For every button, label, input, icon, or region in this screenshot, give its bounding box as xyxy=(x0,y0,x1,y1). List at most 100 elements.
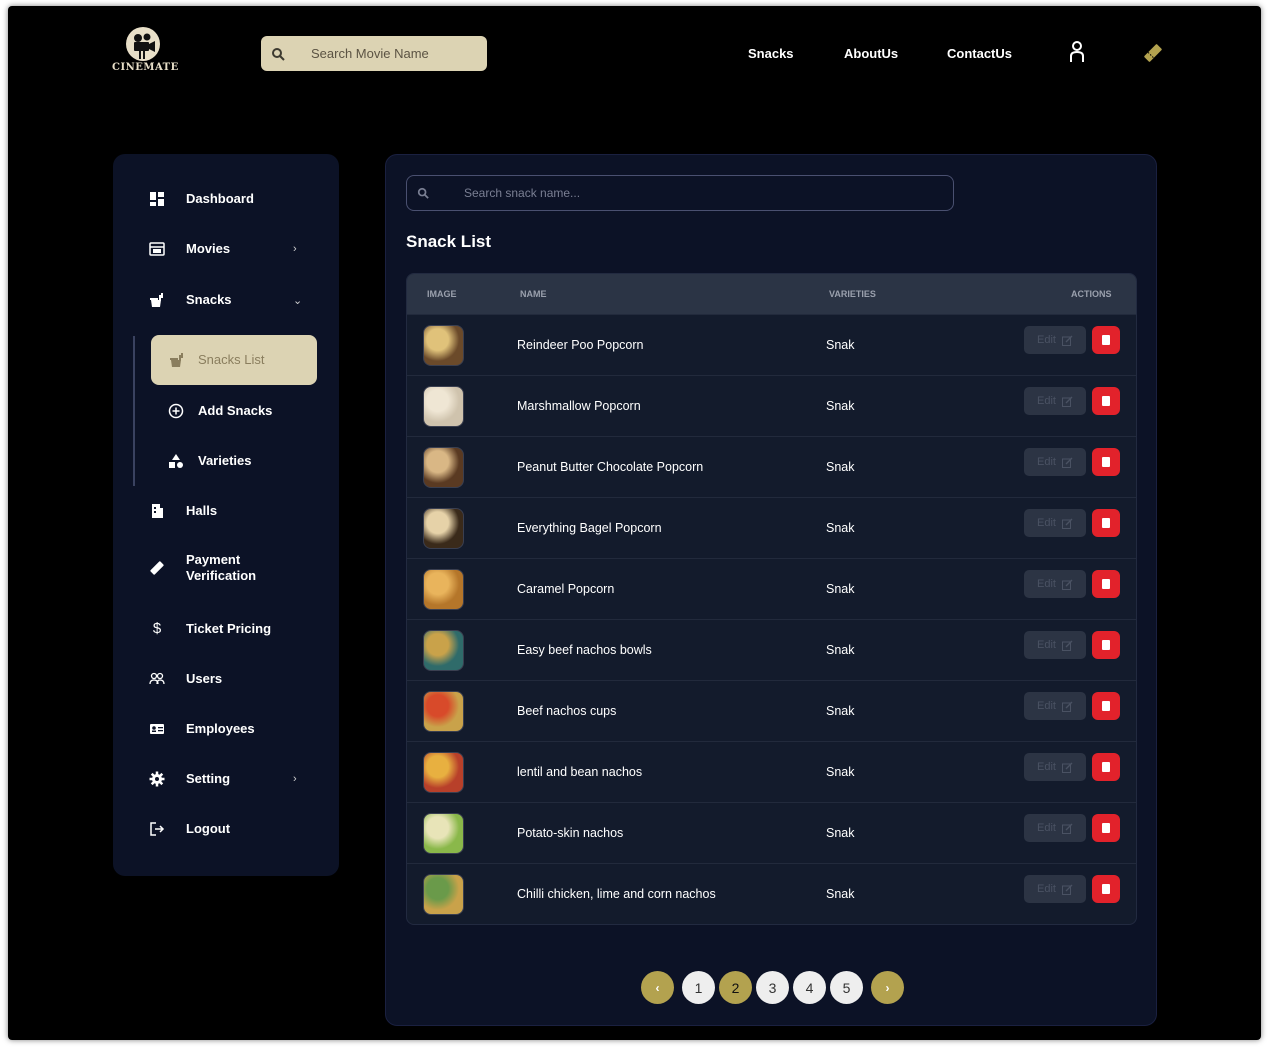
snack-variety: Snak xyxy=(826,460,855,474)
edit-label: Edit xyxy=(1037,700,1056,712)
sidebar-item-snacks[interactable]: Snacks ⌄ xyxy=(113,285,339,315)
table-row: Chilli chicken, lime and corn nachos Sna… xyxy=(407,863,1136,924)
delete-button[interactable] xyxy=(1092,387,1120,415)
dollar-icon: $ xyxy=(152,620,162,637)
snack-variety: Snak xyxy=(826,765,855,779)
next-page-button[interactable]: › xyxy=(871,971,904,1004)
page-button-1[interactable]: 1 xyxy=(682,971,715,1004)
edit-icon xyxy=(1061,335,1073,346)
trash-icon xyxy=(1102,640,1110,650)
page-button-5[interactable]: 5 xyxy=(830,971,863,1004)
table-row: Everything Bagel Popcorn Snak Edit xyxy=(407,497,1136,558)
edit-button[interactable]: Edit xyxy=(1024,326,1086,354)
snack-thumbnail-image xyxy=(423,874,464,915)
sidebar-item-label: Snacks xyxy=(186,292,232,307)
delete-button[interactable] xyxy=(1092,509,1120,537)
edit-button[interactable]: Edit xyxy=(1024,448,1086,476)
snack-name: Potato-skin nachos xyxy=(517,826,624,840)
edit-button[interactable]: Edit xyxy=(1024,509,1086,537)
sidebar-item-movies[interactable]: Movies › xyxy=(113,234,339,264)
edit-button[interactable]: Edit xyxy=(1024,875,1086,903)
table-row: lentil and bean nachos Snak Edit xyxy=(407,741,1136,802)
page-button-3[interactable]: 3 xyxy=(756,971,789,1004)
snack-name: Beef nachos cups xyxy=(517,704,617,718)
sidebar-subitem-add-snacks[interactable]: Add Snacks xyxy=(113,396,339,426)
movie-search-placeholder: Search Movie Name xyxy=(311,46,429,61)
trash-icon xyxy=(1102,457,1110,467)
delete-button[interactable] xyxy=(1092,448,1120,476)
delete-button[interactable] xyxy=(1092,570,1120,598)
sidebar-item-ticket-pricing[interactable]: $ Ticket Pricing xyxy=(113,614,339,644)
snack-variety: Snak xyxy=(826,582,855,596)
snack-search-placeholder: Search snack name... xyxy=(464,186,581,200)
sidebar-item-payment-verification[interactable]: Payment Verification xyxy=(113,547,339,589)
edit-label: Edit xyxy=(1037,822,1056,834)
sidebar-item-dashboard[interactable]: Dashboard xyxy=(113,184,339,214)
edit-label: Edit xyxy=(1037,761,1056,773)
snack-list-panel: Search snack name... Snack List IMAGE NA… xyxy=(385,154,1157,1026)
edit-icon xyxy=(1061,457,1073,468)
trash-icon xyxy=(1102,396,1110,406)
snack-thumbnail-image xyxy=(423,630,464,671)
delete-button[interactable] xyxy=(1092,814,1120,842)
trash-icon xyxy=(1102,762,1110,772)
edit-label: Edit xyxy=(1037,334,1056,346)
id-card-icon xyxy=(150,724,164,734)
table-row: Caramel Popcorn Snak Edit xyxy=(407,558,1136,619)
edit-button[interactable]: Edit xyxy=(1024,814,1086,842)
edit-icon xyxy=(1061,518,1073,529)
user-icon[interactable] xyxy=(1066,40,1088,64)
edit-button[interactable]: Edit xyxy=(1024,570,1086,598)
chevron-right-icon: › xyxy=(293,773,297,785)
edit-button[interactable]: Edit xyxy=(1024,387,1086,415)
snack-search-input[interactable]: Search snack name... xyxy=(406,175,954,211)
edit-button[interactable]: Edit xyxy=(1024,692,1086,720)
app-window: CINEMATE Search Movie Name Snacks AboutU… xyxy=(8,6,1261,1040)
chevron-right-icon: › xyxy=(293,243,297,255)
edit-icon xyxy=(1061,396,1073,407)
sidebar-item-employees[interactable]: Employees xyxy=(113,714,339,744)
table-header: IMAGE NAME VARIETIES ACTIONS xyxy=(407,274,1136,314)
table-row: Beef nachos cups Snak Edit xyxy=(407,680,1136,741)
nav-link-snacks[interactable]: Snacks xyxy=(748,46,794,61)
sidebar-item-halls[interactable]: Halls xyxy=(113,496,339,526)
sidebar-item-users[interactable]: Users xyxy=(113,664,339,694)
ticket-icon[interactable] xyxy=(1142,42,1164,64)
delete-button[interactable] xyxy=(1092,875,1120,903)
sidebar-item-logout[interactable]: Logout xyxy=(113,814,339,844)
delete-button[interactable] xyxy=(1092,692,1120,720)
snack-name: Marshmallow Popcorn xyxy=(517,399,641,413)
sidebar-item-setting[interactable]: Setting › xyxy=(113,764,339,794)
shapes-icon xyxy=(169,454,183,468)
edit-button[interactable]: Edit xyxy=(1024,753,1086,781)
snack-name: Reindeer Poo Popcorn xyxy=(517,338,644,352)
snack-thumbnail-image xyxy=(423,447,464,488)
page-button-4[interactable]: 4 xyxy=(793,971,826,1004)
nav-link-contactus[interactable]: ContactUs xyxy=(947,46,1012,61)
nav-link-aboutus[interactable]: AboutUs xyxy=(844,46,898,61)
snack-variety: Snak xyxy=(826,399,855,413)
sidebar-item-label: Halls xyxy=(186,503,218,518)
users-icon xyxy=(149,672,165,685)
dashboard-icon xyxy=(150,192,164,206)
snacks-icon xyxy=(150,293,163,307)
movie-search-input[interactable]: Search Movie Name xyxy=(261,36,487,71)
delete-button[interactable] xyxy=(1092,326,1120,354)
delete-button[interactable] xyxy=(1092,631,1120,659)
snack-name: Caramel Popcorn xyxy=(517,582,615,596)
snack-variety: Snak xyxy=(826,887,855,901)
edit-icon xyxy=(1061,579,1073,590)
trash-icon xyxy=(1102,701,1110,711)
sidebar-subitem-snacks-list[interactable]: Snacks List xyxy=(151,335,317,385)
cinemate-logo[interactable]: CINEMATE xyxy=(112,26,178,80)
prev-page-button[interactable]: ‹ xyxy=(641,971,674,1004)
sidebar-subitem-varieties[interactable]: Varieties xyxy=(113,446,339,476)
page-button-2[interactable]: 2 xyxy=(719,971,752,1004)
delete-button[interactable] xyxy=(1092,753,1120,781)
edit-button[interactable]: Edit xyxy=(1024,631,1086,659)
edit-label: Edit xyxy=(1037,456,1056,468)
snack-name: Chilli chicken, lime and corn nachos xyxy=(517,887,716,901)
trash-icon xyxy=(1102,823,1110,833)
sidebar-subitem-label: Varieties xyxy=(198,453,252,468)
sidebar-item-label: Employees xyxy=(186,721,255,736)
